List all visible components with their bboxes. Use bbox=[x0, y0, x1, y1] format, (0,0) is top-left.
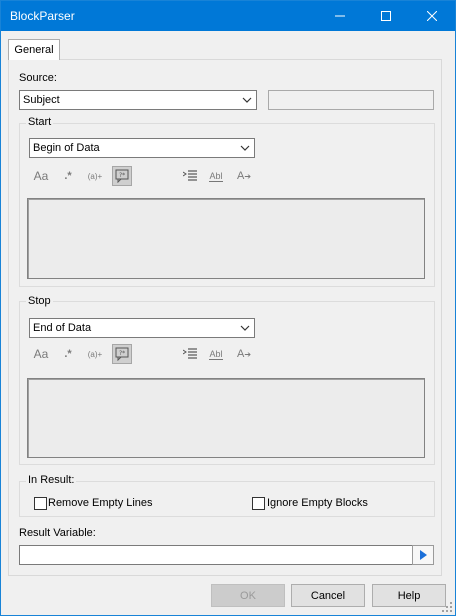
stop-dropdown[interactable]: End of Data bbox=[29, 318, 255, 338]
close-icon bbox=[427, 11, 437, 21]
cancel-button[interactable]: Cancel bbox=[291, 584, 365, 607]
result-variable-button[interactable] bbox=[412, 545, 434, 565]
stop-group-legend: Stop bbox=[26, 295, 53, 307]
capture-group-icon: (a)+ bbox=[87, 171, 103, 181]
svg-text:?*: ?* bbox=[119, 350, 125, 357]
ok-button[interactable]: OK bbox=[211, 584, 285, 607]
regex-icon: .* bbox=[64, 170, 72, 182]
capture-group-button[interactable]: (a)+ bbox=[85, 344, 105, 364]
stop-pattern-editor[interactable] bbox=[27, 378, 425, 458]
tab-general-label: General bbox=[14, 44, 54, 56]
multiline-button[interactable] bbox=[180, 344, 200, 364]
multiline-button[interactable] bbox=[180, 166, 200, 186]
remove-empty-lines-label[interactable]: Remove Empty Lines bbox=[48, 497, 153, 509]
svg-text:?*: ?* bbox=[119, 172, 125, 179]
wildcard-button[interactable]: ?* bbox=[112, 166, 132, 186]
source-selected-value: Subject bbox=[23, 94, 60, 106]
case-sensitive-icon: Aa bbox=[33, 347, 49, 361]
case-sensitive-button[interactable]: Aa bbox=[31, 344, 51, 364]
replace-icon: A➔ bbox=[236, 170, 252, 182]
help-button-label: Help bbox=[397, 589, 421, 602]
source-dropdown[interactable]: Subject bbox=[19, 90, 257, 110]
remove-empty-lines-checkbox[interactable] bbox=[34, 497, 47, 510]
blockparser-dialog: BlockParser General Source: Subject Star… bbox=[0, 0, 456, 616]
close-button[interactable] bbox=[409, 1, 455, 31]
whole-word-icon: Abl bbox=[209, 348, 223, 360]
start-pattern-editor[interactable] bbox=[27, 198, 425, 279]
replace-button[interactable]: A➔ bbox=[234, 344, 254, 364]
maximize-icon bbox=[381, 11, 391, 21]
start-dropdown[interactable]: Begin of Data bbox=[29, 138, 255, 158]
maximize-button[interactable] bbox=[363, 1, 409, 31]
chevron-down-icon bbox=[236, 319, 254, 337]
wildcard-button[interactable]: ?* bbox=[112, 344, 132, 364]
cancel-button-label: Cancel bbox=[310, 589, 346, 602]
minimize-button[interactable] bbox=[317, 1, 363, 31]
ignore-empty-blocks-checkbox[interactable] bbox=[252, 497, 265, 510]
ignore-empty-blocks-label[interactable]: Ignore Empty Blocks bbox=[267, 497, 368, 509]
chevron-down-icon bbox=[236, 139, 254, 157]
regex-icon: .* bbox=[64, 348, 72, 360]
help-button[interactable]: Help bbox=[372, 584, 446, 607]
result-variable-label: Result Variable: bbox=[19, 527, 96, 539]
replace-button[interactable]: A➔ bbox=[234, 166, 254, 186]
replace-icon: A➔ bbox=[236, 348, 252, 360]
wildcard-icon: ?* bbox=[115, 347, 129, 361]
case-sensitive-button[interactable]: Aa bbox=[31, 166, 51, 186]
multiline-icon bbox=[183, 348, 197, 359]
stop-selected-value: End of Data bbox=[33, 322, 92, 334]
title-bar: BlockParser bbox=[1, 1, 455, 31]
in-result-group-legend: In Result: bbox=[26, 474, 77, 486]
resize-grip-icon[interactable] bbox=[441, 601, 453, 613]
start-selected-value: Begin of Data bbox=[33, 142, 100, 154]
play-arrow-icon bbox=[419, 550, 427, 560]
source-secondary-field bbox=[268, 90, 434, 110]
minimize-icon bbox=[335, 15, 345, 17]
chevron-down-icon bbox=[238, 91, 256, 109]
multiline-icon bbox=[183, 170, 197, 181]
capture-group-button[interactable]: (a)+ bbox=[85, 166, 105, 186]
start-group-legend: Start bbox=[26, 116, 54, 128]
ok-button-label: OK bbox=[240, 589, 256, 602]
tab-general[interactable]: General bbox=[8, 39, 60, 60]
capture-group-icon: (a)+ bbox=[87, 349, 103, 359]
regex-button[interactable]: .* bbox=[58, 166, 78, 186]
whole-word-icon: Abl bbox=[209, 170, 223, 182]
source-label: Source: bbox=[19, 72, 57, 84]
result-variable-input[interactable] bbox=[19, 545, 413, 565]
whole-word-button[interactable]: Abl bbox=[206, 344, 226, 364]
case-sensitive-icon: Aa bbox=[33, 169, 49, 183]
regex-button[interactable]: .* bbox=[58, 344, 78, 364]
window-title: BlockParser bbox=[10, 9, 75, 23]
whole-word-button[interactable]: Abl bbox=[206, 166, 226, 186]
wildcard-icon: ?* bbox=[115, 169, 129, 183]
